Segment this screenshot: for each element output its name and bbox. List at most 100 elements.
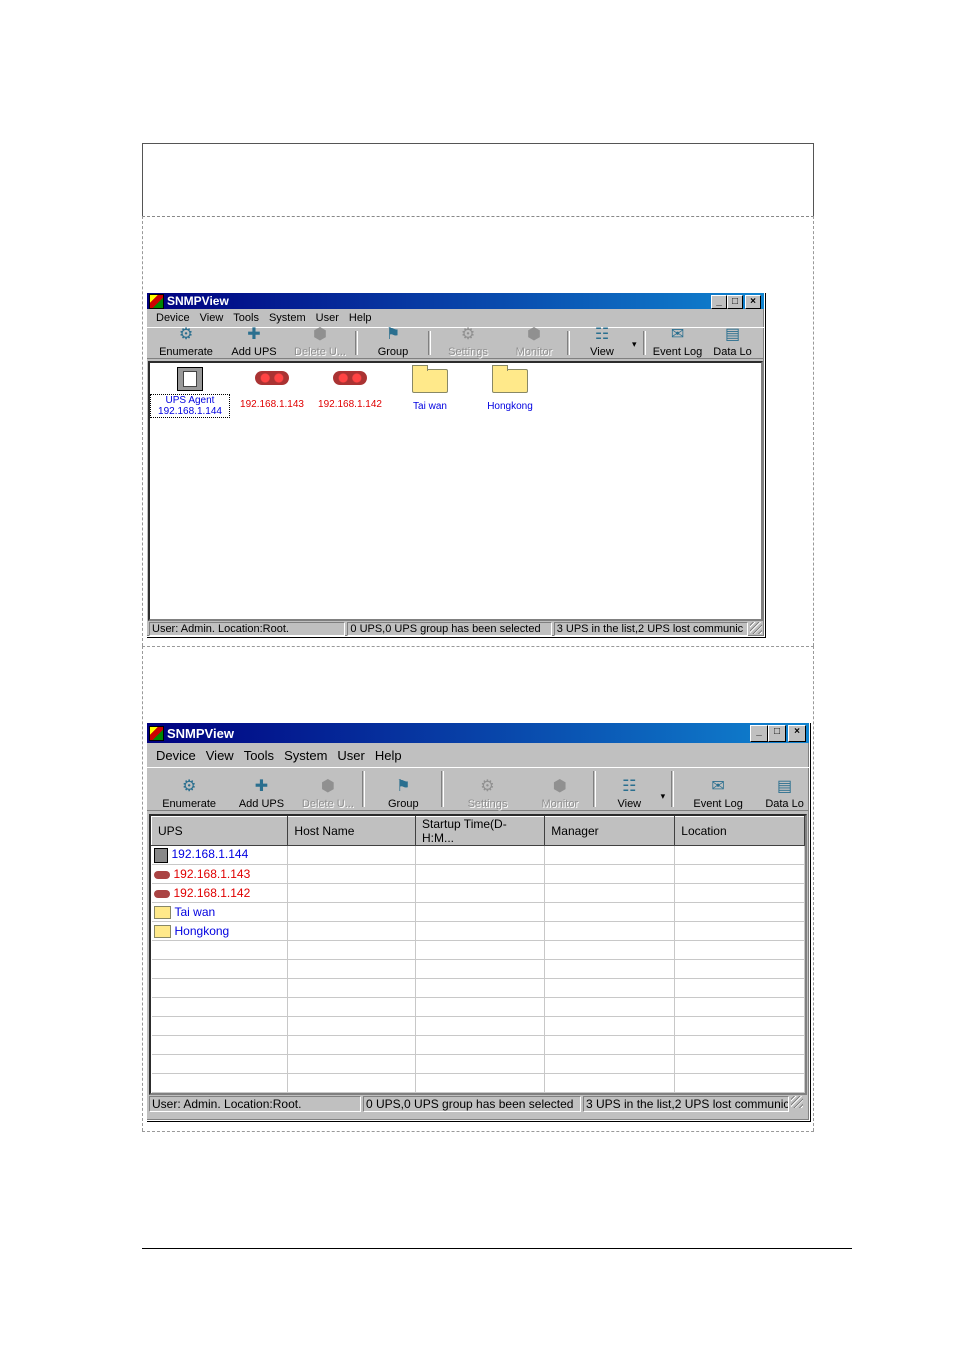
icon-item-ups-142[interactable]: 192.168.1.142 xyxy=(310,371,390,410)
column-header[interactable]: UPS xyxy=(151,816,289,846)
minimize-button[interactable]: _ xyxy=(750,725,768,742)
toolbar-data-log-button[interactable]: ▤ Data Lo xyxy=(760,778,809,810)
toolbar-monitor-button[interactable]: ⬢ Monitor xyxy=(503,326,565,358)
maximize-button[interactable]: □ xyxy=(727,295,743,309)
table-cell xyxy=(544,1035,676,1055)
detail-list-area: UPS Host Name Startup Time(D-H:M... Manager… xyxy=(149,814,807,1095)
resize-grip[interactable] xyxy=(791,1096,803,1108)
toolbar: ⚙ Enumerate ✚ Add UPS ⬢ Delete U... ⚑ Group ⚙ Set… xyxy=(147,767,809,811)
maximize-button[interactable]: □ xyxy=(768,725,786,742)
table-row[interactable]: 192.168.1.144 xyxy=(151,845,805,865)
table-row xyxy=(151,1054,805,1074)
folder-icon xyxy=(153,925,171,939)
icon-item-ups-143[interactable]: 192.168.1.143 xyxy=(232,371,312,410)
table-cell xyxy=(674,1016,805,1036)
close-button[interactable]: × xyxy=(788,725,806,742)
toolbar-settings-button[interactable]: ⚙ Settings xyxy=(433,326,503,358)
table-cell xyxy=(415,978,546,998)
toolbar-label: Delete U... xyxy=(301,798,354,810)
title-bar[interactable]: SNMPView _ □ × xyxy=(147,723,809,743)
menu-view[interactable]: View xyxy=(195,312,229,324)
table-cell xyxy=(415,921,546,941)
table-cell xyxy=(151,1054,289,1074)
icon-item-folder-hongkong[interactable]: Hongkong xyxy=(472,365,548,412)
table-cell xyxy=(287,1016,416,1036)
table-cell xyxy=(151,1073,289,1093)
ups-name: 192.168.1.144 xyxy=(171,847,249,862)
icon-label: UPS Agent xyxy=(165,395,215,406)
view-dropdown-icon[interactable]: ▾ xyxy=(632,339,637,350)
table-cell: 192.168.1.142 xyxy=(151,883,289,903)
menu-tools[interactable]: Tools xyxy=(228,312,264,324)
icon-item-ups-agent[interactable]: UPS Agent 192.168.1.144 xyxy=(150,367,230,418)
table-cell: Tai wan xyxy=(151,902,289,922)
table-cell xyxy=(674,845,805,865)
add-ups-icon: ✚ xyxy=(254,778,269,795)
table-row[interactable]: 192.168.1.142 xyxy=(151,883,805,903)
toolbar-enumerate-button[interactable]: ⚙ Enumerate xyxy=(151,326,221,358)
table-cell xyxy=(544,997,676,1017)
settings-icon: ⚙ xyxy=(480,778,495,795)
toolbar-settings-button[interactable]: ⚙ Settings xyxy=(446,778,528,810)
menu-device[interactable]: Device xyxy=(151,312,195,324)
menu-system[interactable]: System xyxy=(279,748,332,763)
column-header[interactable]: Manager xyxy=(544,816,676,846)
toolbar-label: Enumerate xyxy=(159,346,213,358)
toolbar-group-button[interactable]: ⚑ Group xyxy=(367,778,439,810)
toolbar-monitor-button[interactable]: ⬢ Monitor xyxy=(529,778,592,810)
close-button[interactable]: × xyxy=(745,295,761,309)
toolbar-event-log-button[interactable]: ✉ Event Log xyxy=(676,778,760,810)
toolbar-add-ups-button[interactable]: ✚ Add UPS xyxy=(221,326,287,358)
toolbar-view-button[interactable]: ☷ View xyxy=(598,778,661,810)
ups-device-icon xyxy=(153,889,170,898)
toolbar-group-button[interactable]: ⚑ Group xyxy=(360,326,426,358)
ups-table: UPS Host Name Startup Time(D-H:M... Manager… xyxy=(151,816,805,1093)
table-cell xyxy=(544,845,676,865)
minimize-button[interactable]: _ xyxy=(711,295,727,309)
view-icon: ☷ xyxy=(594,326,610,343)
menu-view[interactable]: View xyxy=(201,748,239,763)
icon-item-folder-taiwan[interactable]: Tai wan xyxy=(392,365,468,412)
table-row xyxy=(151,1073,805,1093)
toolbar-view-button[interactable]: ☷ View xyxy=(572,326,632,358)
toolbar-label: Monitor xyxy=(541,798,579,810)
table-row xyxy=(151,940,805,960)
delete-ups-icon: ⬢ xyxy=(313,326,327,343)
table-row[interactable]: Hongkong xyxy=(151,921,805,941)
app-icon xyxy=(149,725,164,741)
menu-system[interactable]: System xyxy=(264,312,311,324)
ups-device-icon xyxy=(153,870,170,879)
menu-help[interactable]: Help xyxy=(370,748,407,763)
column-header[interactable]: Startup Time(D-H:M... xyxy=(414,816,546,846)
toolbar-event-log-button[interactable]: ✉ Event Log xyxy=(648,326,708,358)
toolbar-data-log-button[interactable]: ▤ Data Lo xyxy=(708,326,758,358)
table-row[interactable]: Tai wan xyxy=(151,902,805,922)
title-bar[interactable]: SNMPView _ □ × xyxy=(147,293,764,309)
column-header[interactable]: Host Name xyxy=(287,816,416,846)
ups-agent-icon xyxy=(153,847,168,863)
menu-device[interactable]: Device xyxy=(151,748,201,763)
column-header[interactable]: Location xyxy=(674,816,805,846)
toolbar-enumerate-button[interactable]: ⚙ Enumerate xyxy=(151,778,227,810)
toolbar-label: Monitor xyxy=(515,346,553,358)
table-cell xyxy=(674,1073,805,1093)
table-cell xyxy=(674,1035,805,1055)
resize-grip[interactable] xyxy=(750,622,763,634)
menu-user[interactable]: User xyxy=(332,748,369,763)
group-icon: ⚑ xyxy=(385,326,401,343)
toolbar-add-ups-button[interactable]: ✚ Add UPS xyxy=(227,778,295,810)
table-row[interactable]: 192.168.1.143 xyxy=(151,864,805,884)
menu-tools[interactable]: Tools xyxy=(239,748,279,763)
toolbar-delete-ups-button[interactable]: ⬢ Delete U... xyxy=(296,778,361,810)
toolbar-separator xyxy=(441,771,445,807)
table-cell xyxy=(287,1073,416,1093)
table-cell xyxy=(287,959,416,979)
toolbar-delete-ups-button[interactable]: ⬢ Delete U... xyxy=(287,326,353,358)
menu-user[interactable]: User xyxy=(311,312,344,324)
table-cell xyxy=(287,1054,416,1074)
table-cell xyxy=(287,921,416,941)
toolbar-label: Settings xyxy=(448,346,488,358)
menu-help[interactable]: Help xyxy=(344,312,377,324)
ups-name: Tai wan xyxy=(174,904,216,919)
view-dropdown-icon[interactable]: ▾ xyxy=(661,791,666,802)
